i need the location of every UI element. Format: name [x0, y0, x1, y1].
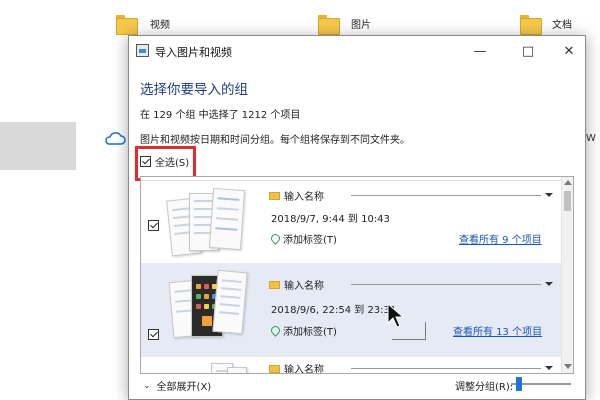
thumbnail	[208, 187, 246, 251]
folder-label: 文档	[552, 20, 572, 31]
grouping-description: 图片和视频按日期和时间分组。每个组将保存到不同文件夹。	[140, 135, 410, 146]
group-date-range: 2018/9/6, 22:54 到 23:31	[271, 305, 397, 316]
folder-icon	[318, 14, 340, 36]
folder-icon	[520, 14, 542, 36]
add-tag-button[interactable]: 添加标签(T)	[269, 231, 337, 246]
view-all-link[interactable]: 查看所有 9 个项目	[459, 231, 542, 246]
folder-icon	[116, 14, 138, 36]
thumbnail	[227, 367, 247, 373]
group-row[interactable]: 输入名称 2018/9/6, 22:54 到 23:31 添加标签(T) 查看所…	[141, 263, 562, 357]
import-dialog: 导入图片和视频 — □ ✕ 选择你要导入的组 在 129 个组 中选择了 121…	[128, 35, 586, 400]
folder-label: 图片	[351, 20, 371, 31]
slider-thumb[interactable]	[516, 377, 522, 391]
group-thumbnails	[166, 187, 249, 263]
view-all-link[interactable]: 查看所有 13 个项目	[453, 323, 542, 338]
cloud-icon	[105, 132, 126, 145]
group-name: 输入名称	[284, 365, 324, 374]
group-thumbnails	[168, 269, 249, 347]
background-side-text: W	[586, 133, 596, 144]
adjust-grouping-label: 调整分组(R):	[455, 382, 514, 393]
scroll-down-arrow-icon[interactable]	[564, 364, 572, 369]
chevron-down-icon[interactable]	[545, 193, 553, 197]
list-scrollbar[interactable]	[561, 177, 573, 373]
folder-label: 视频	[150, 20, 170, 31]
chevron-down-icon: ⌄	[143, 380, 151, 391]
group-row[interactable]: 输入名称 2018/9/7, 9:44 到 10:43 添加标签(T) 查看所有…	[141, 183, 562, 263]
mouse-cursor-icon	[387, 303, 405, 328]
folder-icon	[269, 191, 280, 200]
add-tag-label: 添加标签(T)	[283, 235, 337, 246]
group-name-field[interactable]: 输入名称	[269, 188, 324, 203]
expand-all-label: 全部展开(X)	[156, 382, 212, 393]
previous-group-edge	[141, 177, 562, 181]
name-underline	[351, 284, 541, 285]
close-button[interactable]: ✕	[554, 38, 584, 64]
name-underline	[351, 368, 541, 369]
thumbnail	[212, 269, 248, 335]
chevron-down-icon[interactable]	[545, 366, 553, 370]
scrollbar-thumb[interactable]	[564, 191, 571, 211]
maximize-button[interactable]: □	[513, 38, 543, 64]
scroll-up-arrow-icon[interactable]	[564, 180, 572, 185]
add-tag-label: 添加标签(T)	[283, 327, 337, 338]
tag-icon	[269, 324, 282, 337]
name-underline	[351, 195, 541, 196]
group-name: 输入名称	[284, 281, 324, 292]
group-checkbox[interactable]	[148, 329, 159, 340]
title-bar[interactable]: 导入图片和视频 — □ ✕	[129, 36, 585, 66]
dialog-title: 导入图片和视频	[155, 46, 232, 59]
tag-icon	[269, 232, 282, 245]
group-list: 输入名称 2018/9/7, 9:44 到 10:43 添加标签(T) 查看所有…	[140, 176, 574, 374]
selection-summary: 在 129 个组 中选择了 1212 个项目	[140, 110, 301, 121]
add-tag-button[interactable]: 添加标签(T)	[269, 323, 337, 338]
minimize-button[interactable]: —	[465, 38, 495, 64]
dialog-heading: 选择你要导入的组	[140, 82, 248, 98]
expand-all-button[interactable]: ⌄ 全部展开(X)	[143, 378, 212, 394]
group-name: 输入名称	[284, 192, 324, 203]
group-thumbnails	[169, 361, 249, 373]
grouping-slider[interactable]	[511, 377, 571, 391]
chevron-down-icon[interactable]	[545, 282, 553, 286]
folder-icon	[269, 364, 280, 373]
group-name-field[interactable]: 输入名称	[269, 277, 324, 292]
folder-icon	[269, 280, 280, 289]
group-checkbox[interactable]	[148, 220, 159, 231]
sidebar-panel	[0, 122, 76, 170]
group-name-field[interactable]: 输入名称	[269, 361, 324, 374]
photos-app-icon	[136, 44, 149, 57]
group-date-range: 2018/9/7, 9:44 到 10:43	[271, 214, 390, 225]
group-row[interactable]: 输入名称	[141, 357, 562, 374]
